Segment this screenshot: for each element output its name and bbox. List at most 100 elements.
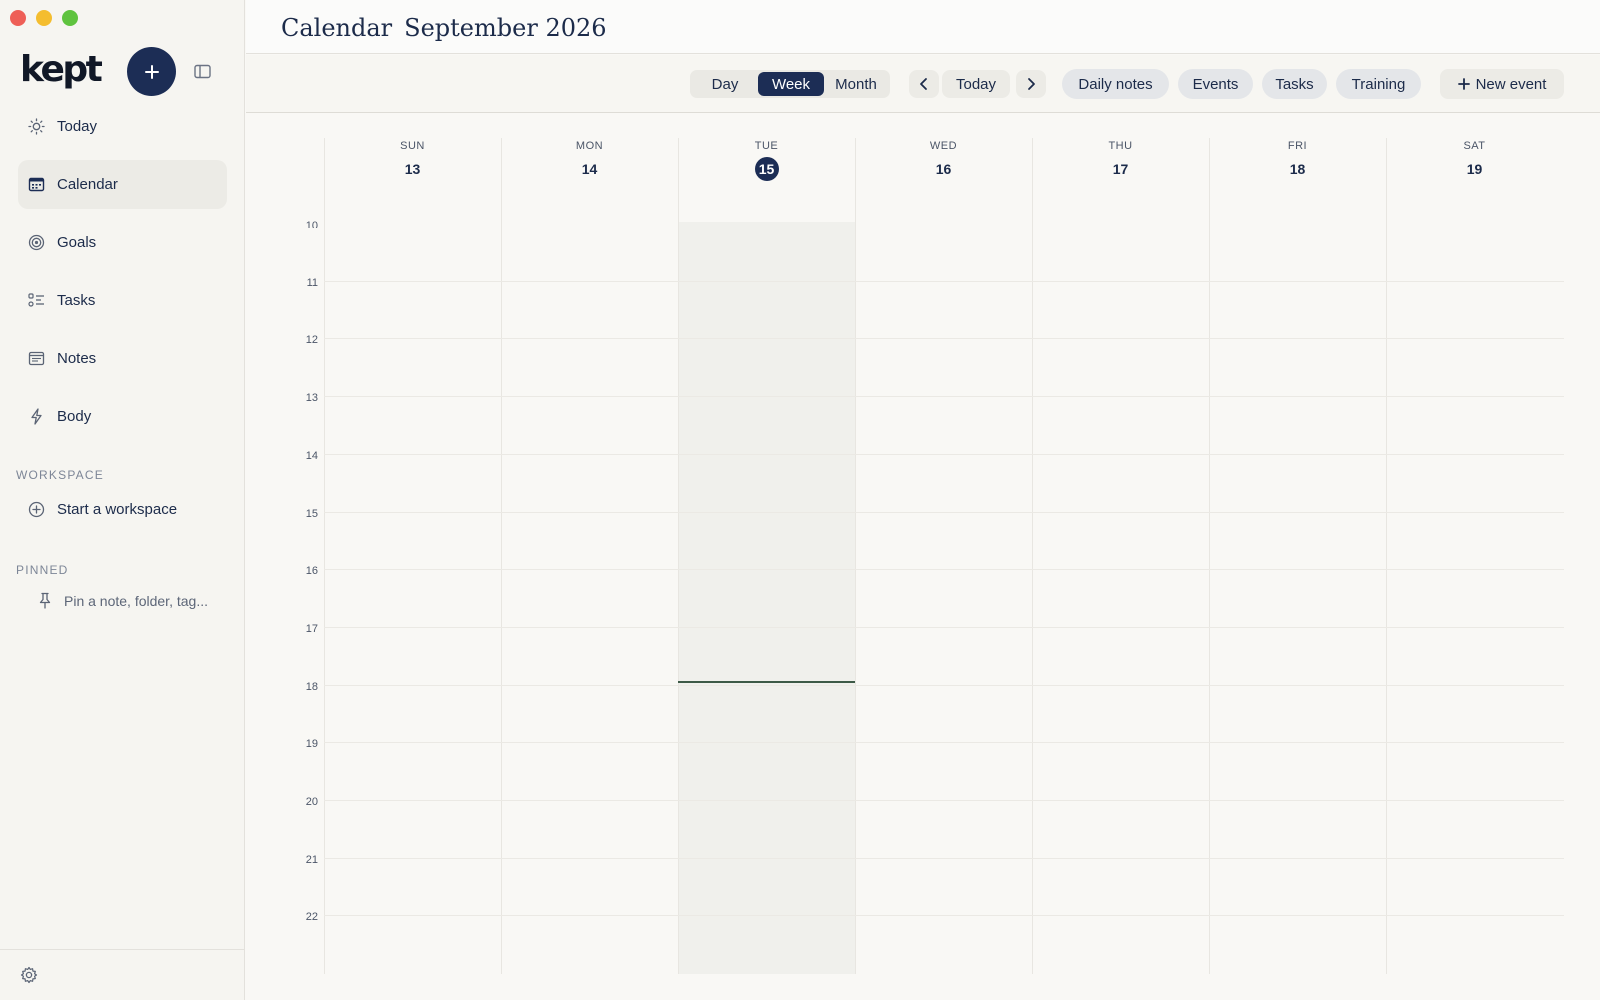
pin-placeholder[interactable]: Pin a note, folder, tag... — [38, 592, 208, 609]
page-header: Calendar September 2026 — [246, 0, 1600, 54]
note-icon — [28, 350, 45, 367]
current-time-indicator — [678, 680, 855, 683]
sidebar-item-tasks[interactable]: Tasks — [18, 276, 227, 325]
hour-line — [324, 453, 1564, 455]
hour-line — [324, 800, 1564, 801]
hour-label: 21 — [305, 853, 318, 866]
hour-line — [324, 511, 1564, 513]
today-date-badge: 15 — [754, 157, 779, 181]
day-name: WED — [929, 140, 958, 152]
sidebar-item-body[interactable]: Body — [18, 392, 227, 441]
hour-label: 11 — [306, 276, 318, 289]
sidebar-item-calendar[interactable]: Calendar — [18, 160, 227, 209]
start-workspace-label: Start a workspace — [57, 501, 178, 518]
day-name: MON — [575, 140, 604, 152]
hour-label: 15 — [305, 507, 318, 520]
date-number: 18 — [1289, 161, 1306, 177]
page-title-text: Calendar — [281, 14, 393, 42]
new-item-button[interactable] — [127, 47, 176, 96]
zoom-window-button[interactable] — [62, 10, 78, 26]
calendar-toolbar: Day Week Month Today Daily notes Events … — [246, 55, 1600, 113]
hour-label: 18 — [305, 680, 318, 693]
app-logo: kept — [20, 49, 103, 90]
previous-week-button[interactable] — [909, 70, 939, 98]
close-window-button[interactable] — [10, 10, 26, 26]
window-controls — [10, 10, 78, 26]
pin-placeholder-label: Pin a note, folder, tag... — [64, 592, 208, 609]
start-workspace-button[interactable]: Start a workspace — [28, 501, 177, 518]
sidebar-item-notes[interactable]: Notes — [18, 334, 227, 383]
day-date: 14 — [501, 157, 678, 181]
day-divider — [1209, 138, 1210, 974]
hour-line — [324, 857, 1564, 859]
day-date: 19 — [1386, 157, 1563, 181]
hour-label: 22 — [305, 911, 318, 924]
next-week-button[interactable] — [1016, 70, 1046, 98]
hour-line — [324, 569, 1564, 571]
day-divider — [678, 138, 679, 974]
plus-icon — [144, 64, 159, 79]
day-date: 15 — [678, 157, 855, 181]
date-number: 16 — [935, 161, 952, 177]
day-header-thu[interactable]: THU 17 — [1032, 140, 1209, 181]
target-icon — [28, 234, 45, 251]
plus-circle-icon — [28, 501, 45, 518]
hour-line — [324, 396, 1564, 398]
day-name: FRI — [1287, 140, 1308, 152]
hour-label: 19 — [305, 738, 318, 751]
chevron-right-icon — [1028, 78, 1035, 90]
filter-daily-notes[interactable]: Daily notes — [1062, 69, 1169, 99]
view-week-button[interactable]: Week — [758, 72, 824, 96]
day-name: THU — [1108, 140, 1133, 152]
day-header-fri[interactable]: FRI 18 — [1209, 140, 1386, 181]
chevron-left-icon — [920, 78, 927, 90]
day-date: 18 — [1209, 157, 1386, 181]
sidebar-toggle-icon[interactable] — [194, 63, 211, 80]
hour-label: 10 — [305, 220, 318, 228]
pin-icon — [39, 592, 51, 609]
calendar-icon — [28, 176, 45, 193]
today-column-highlight — [678, 222, 855, 974]
filter-events[interactable]: Events — [1178, 69, 1253, 99]
hour-line — [324, 338, 1564, 340]
date-number: 17 — [1112, 161, 1129, 177]
filter-tasks[interactable]: Tasks — [1262, 69, 1327, 99]
hour-label: 13 — [305, 392, 318, 405]
sidebar-footer — [0, 949, 245, 1000]
filter-training[interactable]: Training — [1336, 69, 1421, 99]
plus-icon — [1457, 78, 1470, 90]
day-divider — [501, 138, 502, 974]
date-number: 19 — [1466, 161, 1483, 177]
sidebar-item-label: Body — [57, 408, 92, 425]
hour-label: 12 — [305, 334, 318, 347]
hour-line — [324, 742, 1564, 744]
sidebar-item-label: Tasks — [57, 292, 96, 309]
date-number: 14 — [581, 161, 598, 177]
day-divider — [855, 138, 856, 974]
day-header-sun[interactable]: SUN 13 — [324, 140, 501, 181]
day-date: 16 — [855, 157, 1032, 181]
view-month-button[interactable]: Month — [824, 72, 888, 96]
view-switcher: Day Week Month — [690, 70, 890, 98]
day-header-wed[interactable]: WED 16 — [855, 140, 1032, 181]
day-header-mon[interactable]: MON 14 — [501, 140, 678, 181]
sidebar-item-goals[interactable]: Goals — [18, 218, 227, 267]
day-header-sat[interactable]: SAT 19 — [1386, 140, 1563, 181]
minimize-window-button[interactable] — [36, 10, 52, 26]
new-event-button[interactable]: New event — [1440, 69, 1564, 99]
day-header-tue[interactable]: TUE 15 — [678, 140, 855, 181]
today-button[interactable]: Today — [942, 70, 1010, 98]
view-day-button[interactable]: Day — [692, 72, 758, 96]
sidebar-item-label: Notes — [57, 350, 97, 367]
gear-icon[interactable] — [20, 966, 38, 984]
week-grid[interactable]: SUN 13 MON 14 TUE 15 WED 16 THU 17 FRI 18 SAT 19 10 11 1… — [246, 114, 1600, 1000]
day-divider — [1032, 138, 1033, 974]
day-date: 17 — [1032, 157, 1209, 181]
current-period: September 2026 — [404, 14, 607, 42]
sidebar-item-today[interactable]: Today — [18, 102, 227, 151]
sidebar: kept Today Calendar Goals Tasks Notes Bo… — [0, 0, 245, 1000]
task-list-icon — [28, 292, 45, 309]
sun-icon — [28, 118, 45, 135]
main-area: Calendar September 2026 Day Week Month To… — [246, 0, 1600, 1000]
bolt-icon — [28, 408, 45, 425]
